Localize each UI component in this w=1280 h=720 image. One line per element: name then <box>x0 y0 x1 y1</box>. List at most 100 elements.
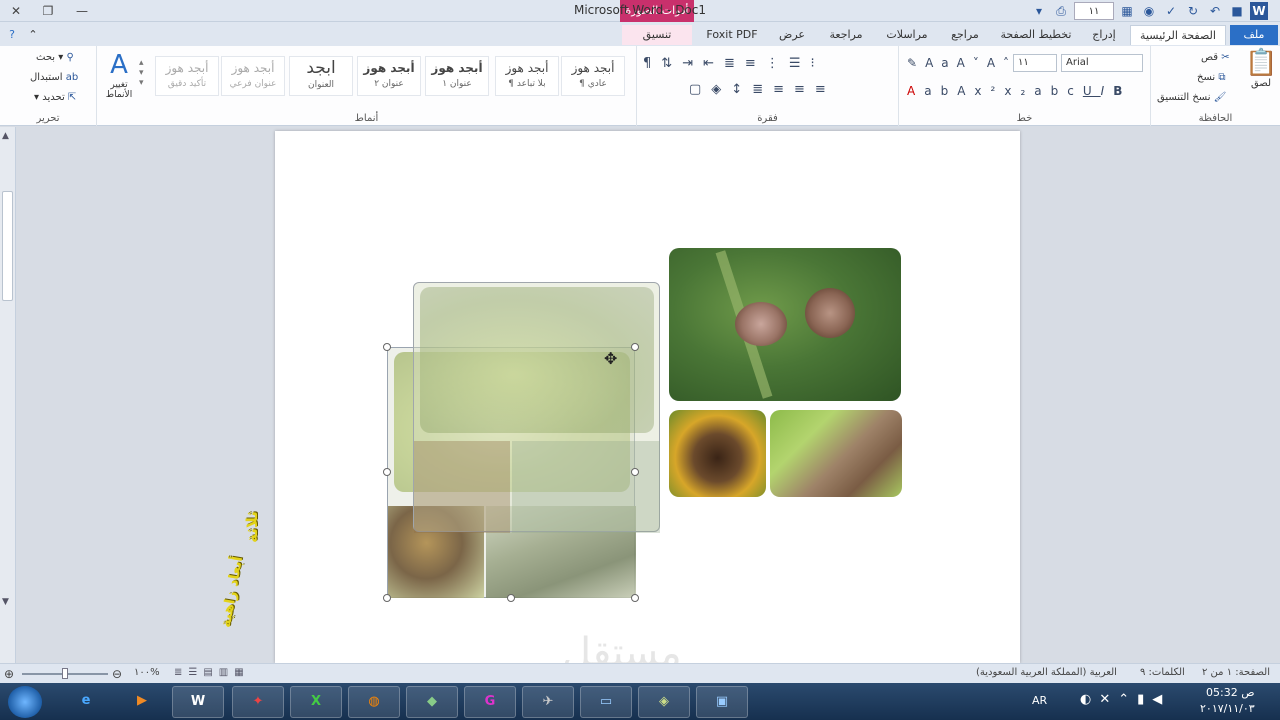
style-heading-1[interactable]: أبجد هوز عنوان ١ <box>425 56 489 96</box>
indent-icon[interactable]: ≣ <box>724 56 745 71</box>
ltr-icon[interactable]: ⇥ <box>682 56 703 71</box>
style-subtitle[interactable]: أبجد هوز عنوان فرعي <box>221 56 285 96</box>
font-size-combo[interactable]: ١١ <box>1013 54 1057 72</box>
table-icon[interactable]: ▦ <box>1118 2 1136 20</box>
superscript-icon[interactable]: x² <box>974 84 1004 98</box>
style-normal[interactable]: أبجد هوز ¶ عادي <box>561 56 625 96</box>
resize-handle-bl[interactable] <box>383 594 391 602</box>
dragging-preview-outline[interactable] <box>413 282 660 533</box>
format-painter-button[interactable]: نسخ التنسيق 🖌 <box>1157 92 1226 103</box>
media-player-icon[interactable]: ▶ <box>116 686 168 718</box>
numbering-icon[interactable]: ☰ <box>789 56 811 71</box>
clock-date[interactable]: ٢٠١٧/١١/٠٣ <box>1200 702 1255 715</box>
spelling-icon[interactable]: ✓ <box>1162 2 1180 20</box>
styles-scroll-icon[interactable]: ▴ ▾ ▾ <box>139 58 144 88</box>
style-title[interactable]: ابجد العنوان <box>289 56 353 96</box>
justify-icon[interactable]: ≣ <box>752 82 773 97</box>
sort-icon[interactable]: ⇅ <box>661 56 682 71</box>
app-taskbar-icon-1[interactable]: ◆ <box>406 686 458 718</box>
save-icon[interactable]: ■ <box>1228 2 1246 20</box>
tab-insert[interactable]: إدراج <box>1084 25 1124 45</box>
tab-foxit[interactable]: Foxit PDF <box>702 25 762 45</box>
subscript-icon[interactable]: x₂ <box>1004 84 1034 98</box>
change-styles-button[interactable]: A تغيير الأنماط <box>101 50 137 100</box>
align-left-icon[interactable]: ≡ <box>773 82 794 97</box>
zoom-level[interactable]: ١٠٠% <box>134 667 160 678</box>
multilevel-list-icon[interactable]: ⋮ <box>766 56 789 71</box>
bullets-icon[interactable]: ⁝ <box>810 56 824 71</box>
rtl-icon[interactable]: ⇤ <box>703 56 724 71</box>
help-icon[interactable]: ? <box>4 25 20 45</box>
ie-app-icon[interactable]: e <box>60 686 112 718</box>
italic-icon[interactable]: I <box>1101 84 1114 98</box>
find-button[interactable]: بحث ▾ ⚲ <box>36 52 74 63</box>
underline-icon[interactable]: U <box>1083 84 1101 98</box>
scroll-thumb[interactable] <box>2 191 13 301</box>
style-no-spacing[interactable]: أبجد هوز ¶ بلا تباعد <box>495 56 559 96</box>
font-color-icon[interactable]: A <box>907 84 924 98</box>
acrobat-taskbar-icon[interactable]: ✦ <box>232 686 284 718</box>
scroll-up-icon[interactable]: ▲ <box>2 131 9 141</box>
vertical-scrollbar[interactable]: ▲ ▼ <box>0 127 16 663</box>
show-marks-icon[interactable]: ¶ <box>643 56 661 71</box>
view-buttons[interactable]: ≣☰▤▥▦ <box>174 667 250 678</box>
language-indicator[interactable]: AR <box>1032 694 1047 707</box>
change-case-icon[interactable]: Aa <box>925 56 957 70</box>
tab-home[interactable]: الصفحة الرئيسية <box>1130 25 1226 45</box>
resize-handle-ml[interactable] <box>383 468 391 476</box>
app-taskbar-icon-3[interactable]: ▭ <box>580 686 632 718</box>
zoom-slider-thumb[interactable] <box>62 668 68 679</box>
pdf-taskbar-icon[interactable]: G <box>464 686 516 718</box>
resize-handle-tr[interactable] <box>631 343 639 351</box>
resize-handle-mr[interactable] <box>631 468 639 476</box>
tab-references[interactable]: مراجع <box>942 25 988 45</box>
stem-lesion-photo[interactable] <box>770 410 902 497</box>
highlight-icon[interactable]: ab <box>924 84 957 98</box>
minimize-ribbon-icon[interactable]: ⌃ <box>26 25 40 45</box>
tray-icons[interactable]: ◐✕⌃▮◀ <box>1080 692 1170 707</box>
shrink-font-icon[interactable]: A˅ <box>957 56 987 70</box>
zoom-out-icon[interactable]: ⊖ <box>112 667 122 681</box>
font-name-combo[interactable]: Arial <box>1061 54 1143 72</box>
qat-size-combo[interactable]: ١١ <box>1074 2 1114 20</box>
leaf-blight-photo[interactable] <box>669 248 901 401</box>
style-heading-2[interactable]: أبجد هوز عنوان ٢ <box>357 56 421 96</box>
line-spacing-icon[interactable]: ↕ <box>731 82 752 97</box>
redo-icon[interactable]: ↻ <box>1184 2 1202 20</box>
outdent-icon[interactable]: ≡ <box>745 56 766 71</box>
scroll-down-icon[interactable]: ▼ <box>2 597 9 607</box>
undo-icon[interactable]: ↶ <box>1206 2 1224 20</box>
tab-page-layout[interactable]: تخطيط الصفحة <box>996 25 1076 45</box>
bold-icon[interactable]: B <box>1113 84 1131 98</box>
tab-view[interactable]: عرض <box>770 25 814 45</box>
customize-qat-icon[interactable]: ▾ <box>1030 2 1048 20</box>
clock-time[interactable]: 05:32 ص <box>1206 686 1255 699</box>
tab-mailings[interactable]: مراسلات <box>878 25 936 45</box>
app-taskbar-icon-5[interactable]: ▣ <box>696 686 748 718</box>
strikethrough-icon[interactable]: abc <box>1034 84 1083 98</box>
shading-icon[interactable]: ◈ <box>711 82 731 97</box>
start-button[interactable] <box>8 686 42 718</box>
firefox-taskbar-icon[interactable]: ◍ <box>348 686 400 718</box>
clear-format-icon[interactable]: A <box>957 84 974 98</box>
app-taskbar-icon-2[interactable]: ✈ <box>522 686 574 718</box>
copy-button[interactable]: نسخ ⧉ <box>1197 72 1226 83</box>
borders-icon[interactable]: ▢ <box>689 82 711 97</box>
tab-format[interactable]: تنسيق <box>622 25 692 45</box>
rotten-fruit-photo[interactable] <box>669 410 766 497</box>
tab-review[interactable]: مراجعة <box>820 25 872 45</box>
style-subtle-emphasis[interactable]: أبجد هوز تأكيد دقيق <box>155 56 219 96</box>
cut-button[interactable]: قص ✂ <box>1201 52 1230 63</box>
align-right-icon[interactable]: ≡ <box>815 82 836 97</box>
word-taskbar-icon[interactable]: W <box>172 686 224 718</box>
resize-handle-bm[interactable] <box>507 594 515 602</box>
zoom-in-icon[interactable]: ⊕ <box>4 667 14 681</box>
center-icon[interactable]: ≡ <box>794 82 815 97</box>
paste-button[interactable]: 📋 لصق <box>1245 48 1277 89</box>
replace-button[interactable]: استبدال ab <box>30 72 78 83</box>
grow-font-icon[interactable]: A˄ <box>987 56 1017 70</box>
select-button[interactable]: ▾ تحديد ⇱ <box>34 92 76 103</box>
tab-file[interactable]: ملف <box>1230 25 1278 45</box>
app-taskbar-icon-4[interactable]: ◈ <box>638 686 690 718</box>
status-language[interactable]: العربية (المملكة العربية السعودية) <box>976 667 1117 678</box>
